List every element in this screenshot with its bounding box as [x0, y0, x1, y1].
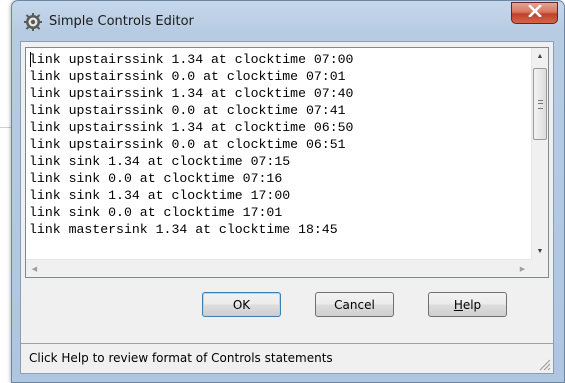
help-accelerator-letter: H: [453, 297, 463, 312]
help-label-rest: elp: [462, 297, 482, 312]
dialog-client-area: link upstairssink 1.34 at clocktime 07:0…: [20, 41, 554, 374]
close-icon: [527, 4, 542, 22]
text-caret: [30, 52, 31, 67]
ok-button[interactable]: OK: [202, 292, 281, 317]
resize-grip-icon[interactable]: [537, 357, 551, 371]
vertical-scrollbar[interactable]: ▲ ▼: [531, 48, 548, 260]
editor-text-area[interactable]: link upstairssink 1.34 at clocktime 07:0…: [29, 51, 531, 257]
editor-line: link sink 0.0 at clocktime 07:16: [29, 171, 283, 186]
scroll-left-arrow-icon[interactable]: ◀: [26, 260, 43, 277]
editor-line: link upstairssink 0.0 at clocktime 07:41: [29, 103, 346, 118]
gear-icon[interactable]: [24, 13, 42, 31]
horizontal-scrollbar[interactable]: ◀ ▶: [26, 259, 531, 277]
vertical-scroll-thumb[interactable]: [533, 68, 547, 140]
status-bar: Click Help to review format of Controls …: [21, 343, 553, 373]
editor-line: link upstairssink 1.34 at clocktime 07:0…: [29, 52, 354, 67]
window-title: Simple Controls Editor: [49, 14, 194, 29]
scroll-right-arrow-icon[interactable]: ▶: [514, 260, 531, 277]
editor-line: link sink 1.34 at clocktime 17:00: [29, 188, 291, 203]
scroll-up-arrow-icon[interactable]: ▲: [532, 48, 548, 65]
status-text: Click Help to review format of Controls …: [29, 351, 333, 365]
controls-text-editor[interactable]: link upstairssink 1.34 at clocktime 07:0…: [25, 47, 549, 278]
scrollbar-corner: [531, 259, 548, 277]
help-button[interactable]: Help: [428, 292, 507, 317]
editor-line: link upstairssink 0.0 at clocktime 06:51: [29, 137, 346, 152]
editor-line: link mastersink 1.34 at clocktime 18:45: [29, 222, 338, 237]
close-button[interactable]: [511, 2, 558, 24]
dialog-window: Simple Controls Editor link upstairssink…: [11, 0, 565, 383]
ok-button-label: OK: [232, 297, 251, 312]
scroll-grip-icon: [538, 100, 543, 109]
editor-line: link sink 0.0 at clocktime 17:01: [29, 205, 283, 220]
help-button-label: Help: [454, 298, 481, 312]
editor-line: link upstairssink 0.0 at clocktime 07:01: [29, 69, 346, 84]
editor-line: link upstairssink 1.34 at clocktime 07:4…: [29, 86, 354, 101]
cancel-button[interactable]: Cancel: [315, 292, 394, 317]
cancel-button-label: Cancel: [334, 297, 375, 312]
title-bar[interactable]: Simple Controls Editor: [12, 1, 564, 41]
scroll-down-arrow-icon[interactable]: ▼: [532, 243, 548, 260]
editor-line: link sink 1.34 at clocktime 07:15: [29, 154, 291, 169]
editor-line: link upstairssink 1.34 at clocktime 06:5…: [29, 120, 354, 135]
